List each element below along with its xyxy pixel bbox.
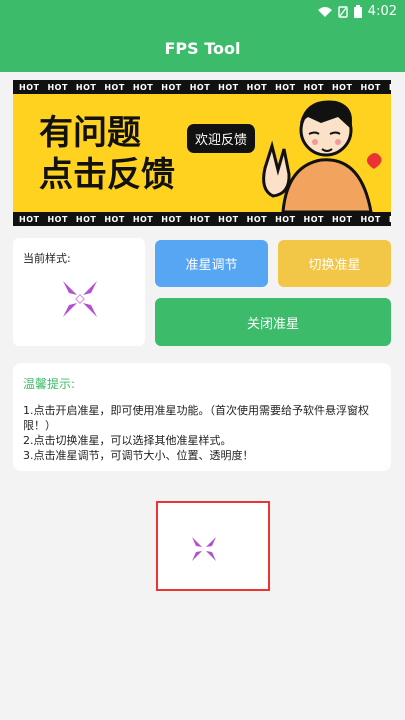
status-bar: 4:02	[0, 0, 405, 24]
status-icons: 4:02	[317, 4, 397, 19]
close-crosshair-button[interactable]: 关闭准星	[155, 298, 391, 346]
crosshair-preview-small-icon	[192, 537, 216, 561]
banner-title-line2: 点击反馈	[39, 155, 175, 195]
tips-title: 温馨提示:	[23, 377, 76, 391]
app-bar: FPS Tool	[0, 24, 405, 72]
feedback-banner[interactable]: HOTHOTHOTHOTHOTHOTHOTHOTHOTHOTHOTHOTHOTH…	[13, 80, 391, 226]
tip-line: 1.点击开启准星，即可使用准星功能。（首次使用需要给予软件悬浮窗权限！）	[23, 404, 369, 432]
hot-strip-bottom: HOTHOTHOTHOTHOTHOTHOTHOTHOTHOTHOTHOTHOTH…	[13, 212, 391, 226]
tip-line: 3.点击准星调节，可调节大小、位置、透明度！	[23, 449, 254, 462]
tips-card: 温馨提示: 1.点击开启准星，即可使用准星功能。（首次使用需要给予软件悬浮窗权限…	[13, 363, 391, 471]
banner-title: 有问题 点击反馈	[39, 112, 175, 196]
current-style-card: 当前样式:	[13, 238, 145, 346]
battery-icon	[353, 5, 362, 18]
crosshair-preview-box[interactable]	[156, 501, 270, 591]
wifi-icon	[317, 6, 332, 17]
hot-strip-top: HOTHOTHOTHOTHOTHOTHOTHOTHOTHOTHOTHOTHOTH…	[13, 80, 391, 94]
current-style-label: 当前样式:	[23, 252, 71, 265]
app-title: FPS Tool	[164, 38, 241, 58]
signal-off-icon	[338, 5, 348, 18]
switch-crosshair-button[interactable]: 切换准星	[278, 240, 391, 287]
person-illustration	[262, 100, 382, 212]
status-time: 4:02	[367, 4, 397, 19]
crosshair-preview-icon	[63, 281, 97, 317]
tips-text: 1.点击开启准星，即可使用准星功能。（首次使用需要给予软件悬浮窗权限！） 2.点…	[23, 403, 383, 463]
crosshair-adjust-button[interactable]: 准星调节	[155, 240, 268, 287]
tip-line: 2.点击切换准星，可以选择其他准星样式。	[23, 434, 232, 447]
banner-title-line1: 有问题	[39, 113, 141, 153]
